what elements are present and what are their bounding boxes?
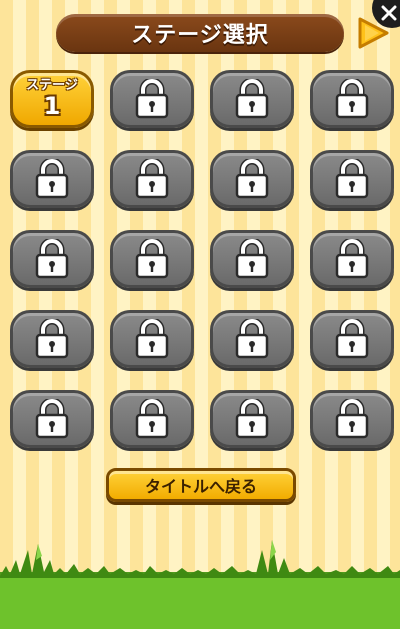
grass-decoration (0, 540, 400, 629)
lock-icon (334, 319, 370, 359)
locked-stage-20-button[interactable] (310, 390, 394, 448)
locked-stage-13-button[interactable] (10, 310, 94, 368)
lock-icon (334, 159, 370, 199)
lock-icon (234, 399, 270, 439)
lock-icon (234, 239, 270, 279)
stage-label: ステージ (26, 78, 78, 93)
locked-stage-8-button[interactable] (310, 150, 394, 208)
lock-icon (134, 79, 170, 119)
locked-stage-14-button[interactable] (110, 310, 194, 368)
stage-grid: ステージ 1 (10, 70, 396, 460)
locked-stage-6-button[interactable] (110, 150, 194, 208)
close-icon (381, 5, 397, 21)
locked-stage-5-button[interactable] (10, 150, 94, 208)
back-to-title-label: タイトルへ戻る (144, 477, 257, 496)
stage-1-button[interactable]: ステージ 1 (10, 70, 94, 128)
lock-icon (334, 399, 370, 439)
lock-icon (334, 79, 370, 119)
locked-stage-17-button[interactable] (10, 390, 94, 448)
lock-icon (234, 159, 270, 199)
locked-stage-10-button[interactable] (110, 230, 194, 288)
locked-stage-18-button[interactable] (110, 390, 194, 448)
lock-icon (134, 319, 170, 359)
lock-icon (134, 239, 170, 279)
locked-stage-3-button[interactable] (210, 70, 294, 128)
screen-title-banner: ステージ選択 (56, 14, 344, 52)
back-to-title-button[interactable]: タイトルへ戻る (106, 468, 296, 502)
lock-icon (34, 239, 70, 279)
screen-title: ステージ選択 (131, 23, 269, 48)
lock-icon (234, 319, 270, 359)
locked-stage-19-button[interactable] (210, 390, 294, 448)
locked-stage-11-button[interactable] (210, 230, 294, 288)
locked-stage-2-button[interactable] (110, 70, 194, 128)
locked-stage-4-button[interactable] (310, 70, 394, 128)
lock-icon (34, 399, 70, 439)
lock-icon (134, 399, 170, 439)
locked-stage-15-button[interactable] (210, 310, 294, 368)
lock-icon (234, 79, 270, 119)
lock-icon (334, 239, 370, 279)
lock-icon (34, 319, 70, 359)
lock-icon (34, 159, 70, 199)
locked-stage-9-button[interactable] (10, 230, 94, 288)
lock-icon (134, 159, 170, 199)
stage-number: 1 (43, 92, 61, 120)
locked-stage-12-button[interactable] (310, 230, 394, 288)
locked-stage-7-button[interactable] (210, 150, 294, 208)
locked-stage-16-button[interactable] (310, 310, 394, 368)
